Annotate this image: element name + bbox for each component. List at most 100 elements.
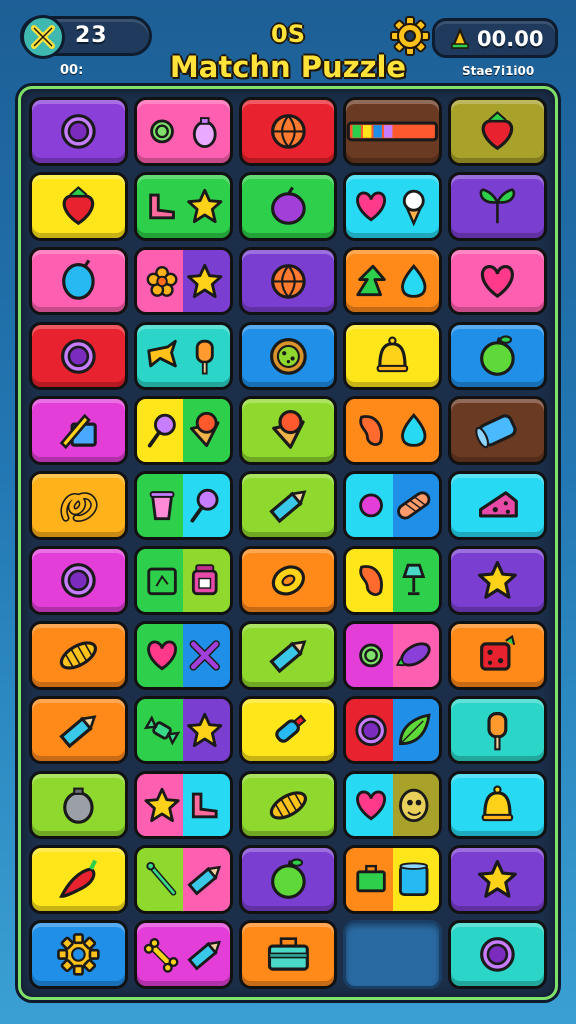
puzzle-tile[interactable] <box>133 620 233 690</box>
puzzle-tile[interactable] <box>133 845 233 915</box>
tile-half <box>183 249 230 313</box>
puzzle-tile[interactable] <box>133 695 233 765</box>
puzzle-tile[interactable] <box>29 620 128 690</box>
puzzle-tile[interactable] <box>29 171 128 241</box>
settings-gear-icon[interactable] <box>390 16 430 56</box>
puzzle-tile[interactable] <box>343 396 443 466</box>
tile-half <box>392 773 440 837</box>
puzzle-tile[interactable] <box>343 97 443 166</box>
puzzle-tile[interactable] <box>238 471 338 540</box>
pretzel-icon <box>60 492 98 523</box>
pencil-icon <box>268 490 307 524</box>
tile-half <box>183 474 230 537</box>
chili-icon <box>59 859 98 899</box>
puzzle-tile[interactable] <box>343 770 443 840</box>
puzzle-tile[interactable] <box>133 246 233 316</box>
popsicle-icon <box>195 339 214 374</box>
puzzle-tile[interactable] <box>343 321 443 391</box>
puzzle-tile[interactable] <box>238 845 338 915</box>
heart-icon <box>481 264 515 298</box>
puzzle-tile[interactable] <box>133 546 233 615</box>
puzzle-tile[interactable] <box>238 695 338 765</box>
tile-half <box>346 549 393 612</box>
tile-half <box>346 623 393 687</box>
puzzle-tile[interactable] <box>343 471 443 540</box>
puzzle-tile[interactable] <box>448 620 547 690</box>
puzzle-tile[interactable] <box>238 396 338 466</box>
tile-half <box>136 773 184 837</box>
tile-half <box>183 623 230 687</box>
bulb-icon <box>192 117 217 149</box>
puzzle-tile[interactable] <box>238 920 338 989</box>
puzzle-tile[interactable] <box>29 471 128 540</box>
puzzle-tile[interactable] <box>133 171 233 241</box>
bell-icon <box>377 335 409 372</box>
puzzle-tile[interactable] <box>343 246 443 316</box>
puzzle-tile[interactable] <box>29 396 128 466</box>
puzzle-tile[interactable] <box>238 246 338 316</box>
puzzle-tile[interactable] <box>29 920 128 989</box>
corn-icon <box>269 790 307 819</box>
puzzle-tile[interactable] <box>238 321 338 391</box>
puzzle-tile[interactable] <box>29 546 128 615</box>
cone-icon <box>451 28 469 49</box>
puzzle-tile[interactable] <box>238 97 338 166</box>
stage-label: Stae7i1i00 <box>462 64 535 78</box>
puzzle-tile[interactable] <box>133 770 233 840</box>
cylinder-icon <box>475 414 517 449</box>
tile-half <box>183 399 230 463</box>
tile-half <box>346 399 393 463</box>
puzzle-tile[interactable] <box>133 97 233 166</box>
puzzle-tile[interactable] <box>29 695 128 765</box>
puzzle-tile[interactable] <box>133 471 233 540</box>
puzzle-tile[interactable] <box>448 845 547 915</box>
puzzle-tile[interactable] <box>448 171 547 241</box>
puzzle-tile[interactable] <box>343 546 443 615</box>
tile-half <box>392 848 440 912</box>
puzzle-tile[interactable] <box>29 246 128 316</box>
puzzle-tile[interactable] <box>448 695 547 765</box>
tile-half <box>136 249 184 313</box>
tile-half <box>136 698 184 762</box>
tile-half <box>346 773 393 837</box>
arrow-icon <box>356 264 387 296</box>
puzzle-tile[interactable] <box>448 246 547 316</box>
puzzle-tile[interactable] <box>238 770 338 840</box>
mango-icon <box>271 565 305 596</box>
tile-half <box>392 474 440 537</box>
puzzle-tile[interactable] <box>343 695 443 765</box>
cone-icon <box>271 410 305 450</box>
puzzle-tile[interactable] <box>448 920 547 989</box>
puzzle-tile[interactable] <box>448 770 547 840</box>
dice-icon <box>480 634 516 671</box>
puzzle-tile[interactable] <box>238 620 338 690</box>
puzzle-tile[interactable] <box>238 171 338 241</box>
drop-icon <box>401 263 427 298</box>
puzzle-tile[interactable] <box>29 97 128 166</box>
pencil-box-icon <box>59 414 97 450</box>
strawberry-icon <box>481 111 514 151</box>
puzzle-tile[interactable] <box>343 620 443 690</box>
puzzle-tile[interactable] <box>238 546 338 615</box>
tile-half <box>183 549 230 612</box>
puzzle-tile[interactable] <box>29 845 128 915</box>
cookie-icon <box>269 337 307 375</box>
puzzle-tile[interactable] <box>343 845 443 915</box>
ring-icon <box>61 114 96 149</box>
puzzle-tile[interactable] <box>133 920 233 989</box>
puzzle-tile[interactable] <box>343 171 443 241</box>
strawberry-icon <box>62 185 95 225</box>
puzzle-tile[interactable] <box>448 321 547 391</box>
puzzle-tile[interactable] <box>448 471 547 540</box>
apple-icon <box>270 858 306 900</box>
puzzle-tile[interactable] <box>133 396 233 466</box>
puzzle-tile[interactable] <box>29 321 128 391</box>
puzzle-tile[interactable] <box>448 97 547 166</box>
top-bar: 23 00: 0S Matchn Puzzle 00.00 Stae7i1i00 <box>0 0 576 84</box>
puzzle-tile[interactable] <box>133 321 233 391</box>
puzzle-tile[interactable] <box>448 546 547 615</box>
icecream-icon <box>403 189 426 227</box>
puzzle-tile[interactable] <box>448 396 547 466</box>
tile-half <box>136 399 184 463</box>
puzzle-tile[interactable] <box>29 770 128 840</box>
